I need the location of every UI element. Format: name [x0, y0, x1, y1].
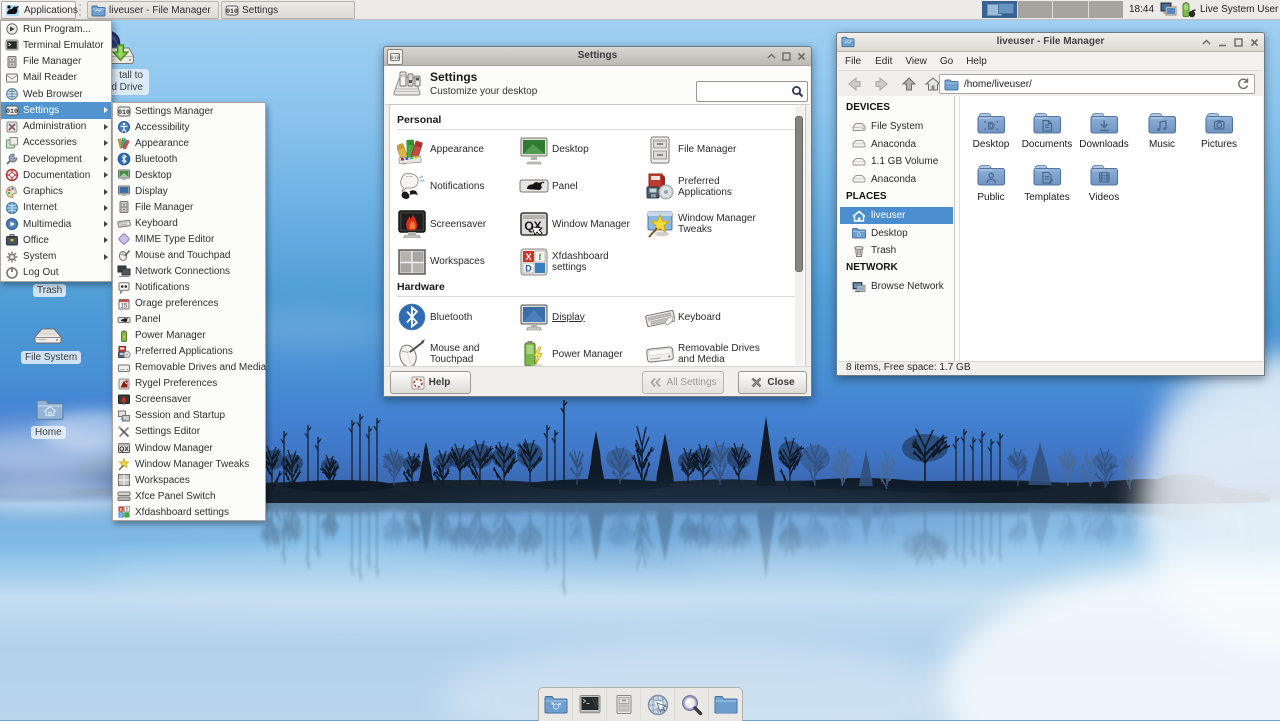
- svg-text:D: D: [988, 121, 995, 131]
- svg-text:QX: QX: [119, 446, 129, 453]
- svg-text:010: 010: [118, 109, 130, 116]
- svg-text:D: D: [525, 263, 532, 273]
- svg-text:X: X: [119, 507, 122, 512]
- svg-text:010: 010: [226, 8, 238, 15]
- svg-text:X: X: [525, 252, 531, 262]
- svg-text:15: 15: [120, 303, 127, 309]
- svg-text:010: 010: [6, 108, 18, 115]
- svg-text:D: D: [857, 233, 861, 239]
